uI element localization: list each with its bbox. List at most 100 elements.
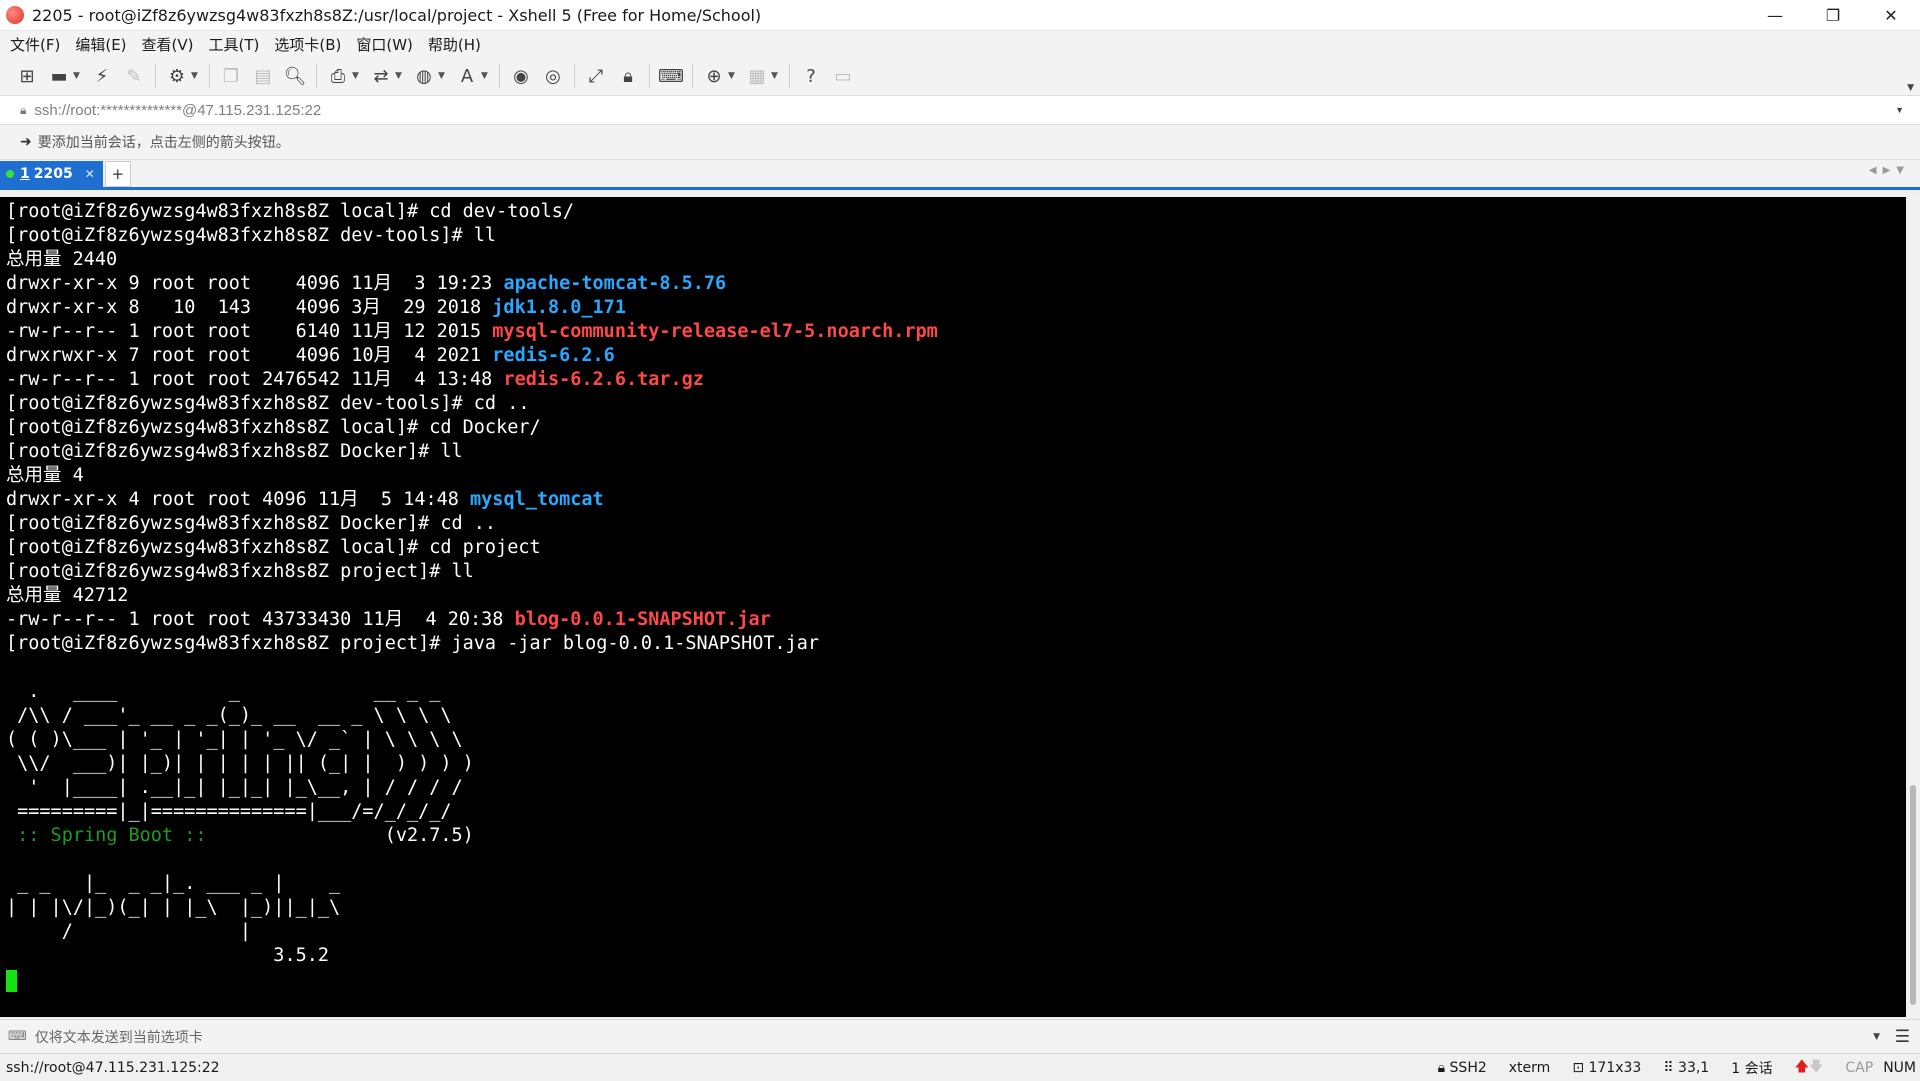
hamburger-menu-icon[interactable]: ☰ [1895, 1027, 1910, 1047]
terminal-cursor [6, 970, 17, 992]
status-size: ⊡ 171x33 [1572, 1059, 1642, 1076]
terminal-line-text: drwxr-xr-x 8 10 143 4096 3月 29 2018 [6, 297, 493, 318]
tab-session-2205[interactable]: 1 2205 ✕ [0, 161, 103, 187]
terminal-line: [root@iZf8z6ywzsg4w83fxzh8s8Z project]# … [6, 632, 1906, 656]
tab-close-icon[interactable]: ✕ [85, 167, 95, 181]
transfer-icon[interactable]: ⇄ [368, 63, 394, 89]
find-icon[interactable]: 🔍︎ [282, 63, 308, 89]
scrollbar-thumb[interactable] [1910, 785, 1916, 1005]
terminal-line: [root@iZf8z6ywzsg4w83fxzh8s8Z local]# cd… [6, 416, 1906, 440]
copy-icon[interactable]: ❐ [218, 63, 244, 89]
terminal-scrollbar[interactable] [1906, 197, 1920, 1017]
terminal-highlight: mysql_tomcat [470, 489, 604, 510]
close-button[interactable]: ✕ [1862, 0, 1920, 30]
address-bar[interactable]: 🔒︎ ssh://root:**************@47.115.231.… [0, 96, 1920, 125]
terminal-line-text: [root@iZf8z6ywzsg4w83fxzh8s8Z dev-tools]… [6, 225, 497, 246]
layout-icon[interactable]: ▦ [744, 63, 770, 89]
terminal-line-tail: (v2.7.5) [206, 825, 474, 846]
terminal-line-text: | | |\/|_)(_| | |_\ |_)||_|_\ [6, 897, 341, 918]
address-dropdown-icon[interactable]: ▼ [1895, 105, 1904, 115]
properties-dropdown-icon[interactable]: ▼ [191, 71, 199, 81]
font-dropdown-icon[interactable]: ▼ [481, 71, 489, 81]
restore-button[interactable]: ❐ [1804, 0, 1862, 30]
terminal-line-text: -rw-r--r-- 1 root root 43733430 11月 4 20… [6, 609, 515, 630]
menu-tools[interactable]: 工具(T) [209, 34, 260, 55]
compose-dropdown-icon[interactable]: ▼ [1873, 1032, 1880, 1042]
toolbar-separator [692, 64, 693, 88]
toolbar-overflow-icon[interactable]: ▼ [1907, 83, 1914, 93]
terminal-line-text: drwxrwxr-x 7 root root 4096 10月 4 2021 [6, 345, 493, 366]
open-dropdown-icon[interactable]: ▼ [73, 71, 81, 81]
globe-dropdown-icon[interactable]: ▼ [438, 71, 446, 81]
terminal-line-text: [root@iZf8z6ywzsg4w83fxzh8s8Z local]# cd… [6, 537, 541, 558]
terminal-line-text: drwxr-xr-x 9 root root 4096 11月 3 19:23 [6, 273, 504, 294]
menu-file[interactable]: 文件(F) [10, 34, 60, 55]
toolbar-separator [316, 64, 317, 88]
compose-icon[interactable]: ⊕ [701, 63, 727, 89]
help-icon[interactable]: ? [798, 63, 824, 89]
menu-bar: 文件(F) 编辑(E) 查看(V) 工具(T) 选项卡(B) 窗口(W) 帮助(… [0, 30, 1920, 57]
terminal-output: [root@iZf8z6ywzsg4w83fxzh8s8Z local]# cd… [0, 197, 1906, 992]
globe-icon[interactable]: ◍ [411, 63, 437, 89]
compose-dropdown-icon[interactable]: ▼ [728, 71, 736, 81]
terminal-highlight: mysql-community-release-el7-5.noarch.rpm [492, 321, 938, 342]
terminal-line-text: /\\ / ___'_ __ _ _(_)_ __ __ _ \ \ \ \ [6, 705, 452, 726]
address-value[interactable]: ssh://root:**************@47.115.231.125… [34, 102, 321, 119]
compose-keyboard-icon[interactable]: ⌨ [8, 1029, 27, 1044]
status-size-text: 171x33 [1588, 1059, 1642, 1076]
print-icon[interactable]: ⎙ [325, 63, 351, 89]
layout-dropdown-icon[interactable]: ▼ [771, 71, 779, 81]
toolbar-separator [574, 64, 575, 88]
xmanager-icon[interactable]: ◎ [540, 63, 566, 89]
terminal-line: 3.5.2 [6, 944, 1906, 968]
menu-help[interactable]: 帮助(H) [428, 34, 481, 55]
compose-input[interactable]: 仅将文本发送到当前选项卡 [35, 1027, 203, 1047]
terminal-line: ' |____| .__|_| |_|_| |_\__, | / / / / [6, 776, 1906, 800]
session-hint-bar: ➜ 要添加当前会话，点击左侧的箭头按钮。 [0, 125, 1920, 160]
terminal-line: [root@iZf8z6ywzsg4w83fxzh8s8Z dev-tools]… [6, 392, 1906, 416]
title-bar: 2205 - root@iZf8z6ywzsg4w83fxzh8s8Z:/usr… [0, 0, 1920, 30]
menu-edit[interactable]: 编辑(E) [75, 34, 126, 55]
open-folder-icon[interactable]: ▬ [46, 63, 72, 89]
terminal-line-text: _ _ |_ _ _|_. ___ _ | _ [6, 873, 341, 894]
add-tab-button[interactable]: + [104, 161, 131, 187]
terminal-line-text: / | [6, 921, 252, 942]
minimize-button[interactable]: — [1746, 0, 1804, 30]
tab-scroll-arrows-icon[interactable]: ◀▶▼ [1869, 165, 1910, 176]
fullscreen-icon[interactable]: ⤢ [583, 63, 609, 89]
toolbar-separator [155, 64, 156, 88]
connect-icon[interactable]: ⚡ [89, 63, 115, 89]
paste-icon[interactable]: ▤ [250, 63, 276, 89]
status-cursor-text: 33,1 [1678, 1059, 1710, 1076]
terminal-line-text: 3.5.2 [6, 945, 330, 966]
terminal-line-text: [root@iZf8z6ywzsg4w83fxzh8s8Z project]# … [6, 633, 820, 654]
keyboard-icon[interactable]: ⌨ [658, 63, 684, 89]
properties-icon[interactable]: ⚙ [164, 63, 190, 89]
toolbar-separator [789, 64, 790, 88]
menu-view[interactable]: 查看(V) [142, 34, 194, 55]
terminal-line: [root@iZf8z6ywzsg4w83fxzh8s8Z local]# cd… [6, 536, 1906, 560]
terminal-line: /\\ / ___'_ __ _ _(_)_ __ __ _ \ \ \ \ [6, 704, 1906, 728]
terminal-line: -rw-r--r-- 1 root root 2476542 11月 4 13:… [6, 368, 1906, 392]
chat-icon[interactable]: ▭ [830, 63, 856, 89]
lock-icon[interactable]: 🔒︎ [615, 63, 641, 89]
terminal-line-text: ' |____| .__|_| |_|_| |_\__, | / / / / [6, 777, 463, 798]
print-dropdown-icon[interactable]: ▼ [352, 71, 360, 81]
terminal-highlight: jdk1.8.0_171 [492, 297, 626, 318]
compose-bar[interactable]: ⌨ 仅将文本发送到当前选项卡 ▼ ☰ [0, 1019, 1920, 1053]
menu-tab[interactable]: 选项卡(B) [274, 34, 341, 55]
add-session-arrow-icon[interactable]: ➜ [20, 134, 32, 150]
xftp-icon[interactable]: ◉ [508, 63, 534, 89]
status-caps: CAP [1845, 1059, 1874, 1076]
font-icon[interactable]: A [454, 63, 480, 89]
new-session-icon[interactable]: ⊞ [14, 63, 40, 89]
window-controls: — ❐ ✕ [1746, 0, 1920, 30]
disconnect-icon[interactable]: ✎ [121, 63, 147, 89]
status-cursor-pos: ⠿ 33,1 [1663, 1059, 1710, 1076]
status-sessions: 1 会话 [1731, 1060, 1773, 1077]
upload-arrow-icon: 🡅 [1794, 1058, 1809, 1075]
transfer-dropdown-icon[interactable]: ▼ [395, 71, 403, 81]
tab-label: 2205 [33, 166, 73, 182]
terminal-view[interactable]: [root@iZf8z6ywzsg4w83fxzh8s8Z local]# cd… [0, 197, 1906, 1017]
menu-window[interactable]: 窗口(W) [356, 34, 413, 55]
